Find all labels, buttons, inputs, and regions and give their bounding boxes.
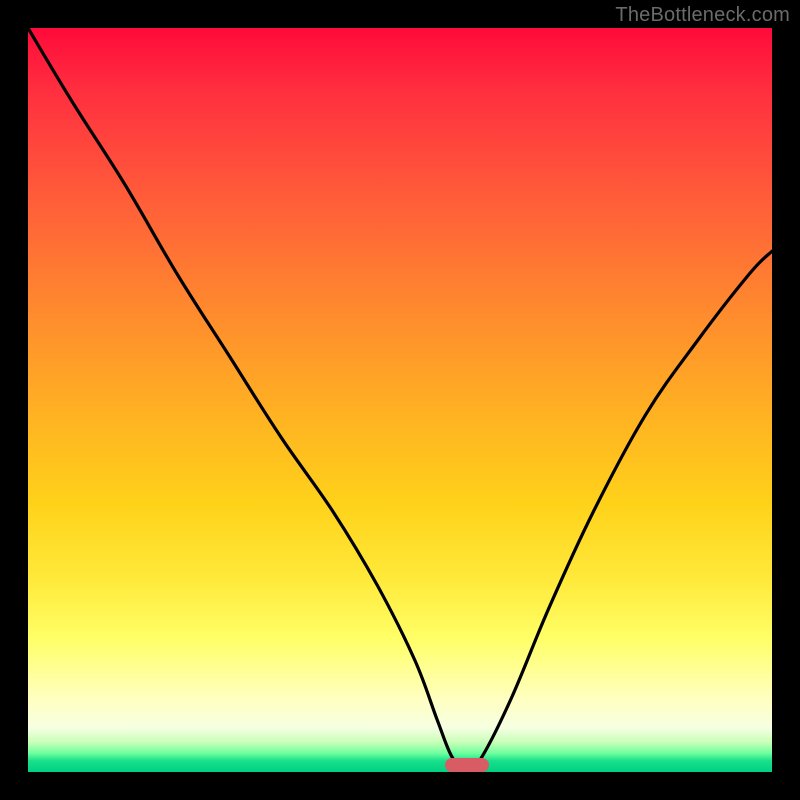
- plot-area: [28, 28, 772, 772]
- bottleneck-curve: [28, 28, 772, 772]
- chart-frame: TheBottleneck.com: [0, 0, 800, 800]
- optimal-marker: [445, 758, 490, 772]
- watermark-text: TheBottleneck.com: [615, 4, 790, 27]
